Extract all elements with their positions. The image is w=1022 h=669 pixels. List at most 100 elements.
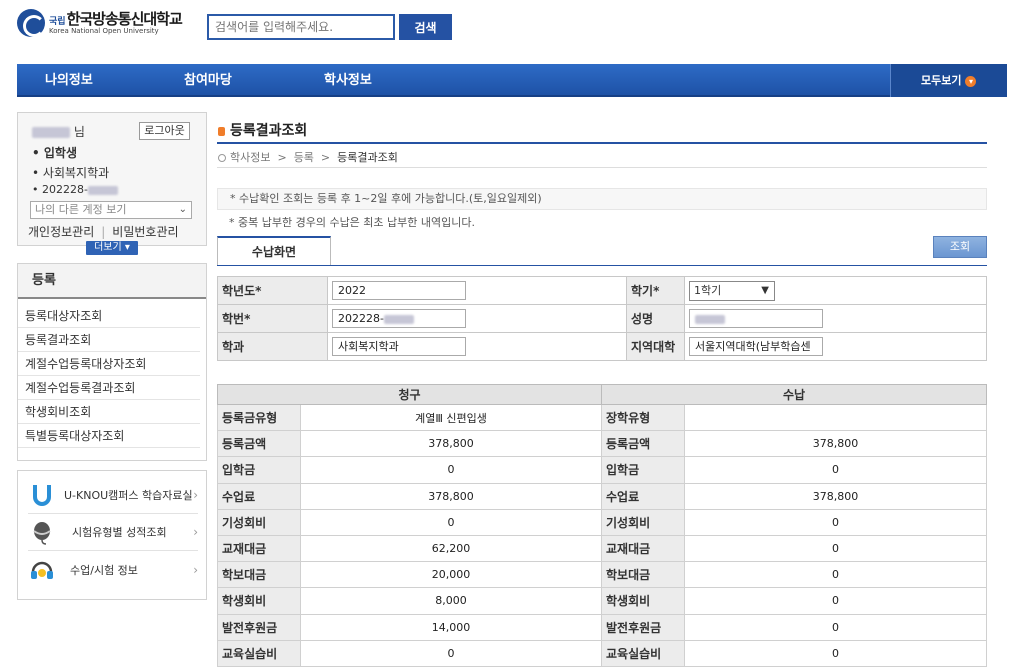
menu-item-registration-result[interactable]: 등록결과조회 [18,328,200,352]
redacted-name [32,127,70,138]
gnb-item-my-info[interactable]: 나의정보 [45,64,93,97]
user-info-box: 님 로그아웃 • 입학생 • 사회복지학과 • 202228- 나의 다른 계정… [17,112,207,246]
semester-label-text: 학기 [631,284,654,298]
bill-value: 8,000 [300,587,602,615]
table-row: 등록금액 378,800 등록금액 378,800 [217,430,987,458]
more-button-label: 더보기 [94,242,122,253]
bill-value: 20,000 [300,561,602,589]
user-department: • 사회복지학과 [32,166,110,180]
menu-item-seasonal-result[interactable]: 계절수업등록결과조회 [18,376,200,400]
bill-label: 등록금액 [217,430,301,458]
table-row: 기성회비 0 기성회비 0 [217,508,987,536]
redacted-id [383,314,414,324]
password-settings-link[interactable]: 비밀번호관리 [112,225,178,239]
notice-payment-check: * 수납확인 조회는 등록 후 1~2일 후에 가능합니다.(토,일요일제외) [217,188,987,210]
search-button[interactable]: 검색 [399,14,452,40]
user-student-id: • 202228- [32,183,118,196]
banner-label: U-KNOU캠퍼스 학습자료실 [64,489,193,502]
bill-value: 0 [300,508,602,536]
table-row: 발전후원금 14,000 발전후원금 0 [217,613,987,641]
bill-label: 기성회비 [217,508,301,536]
department-label: 학과 [217,332,328,361]
name-label: 성명 [626,304,685,333]
bill-label: 학보대금 [217,561,301,589]
paid-label: 장학유형 [601,403,685,432]
user-student-id-label: 202228- [42,183,88,196]
query-button[interactable]: 조회 [933,236,987,258]
paid-value: 0 [684,613,987,641]
paid-value: 0 [684,587,987,615]
search-form-table: 학년도* 2022 학기* 1학기 ▼ 학번* 202228- 성명 학과 사회복… [217,276,987,361]
paid-value: 378,800 [684,482,987,510]
student-id-label-text: 학번 [222,312,245,326]
paid-value: 0 [684,456,987,484]
bill-label: 교육실습비 [217,639,301,667]
bill-value: 0 [300,456,602,484]
menu-item-student-fee[interactable]: 학생회비조회 [18,400,200,424]
table-row: 입학금 0 입학금 0 [217,456,987,484]
chevron-right-icon: › [193,525,198,539]
table-row: 등록금유형 계열Ⅲ 신편입생 장학유형 [217,403,987,432]
paid-label: 기성회비 [601,508,685,536]
search-input[interactable] [207,14,395,40]
required-mark: * [244,312,251,326]
global-navigation: 나의정보 참여마당 학사정보 모두보기 ▾ [17,64,1007,97]
paid-label: 발전후원금 [601,613,685,641]
paid-value [684,403,987,432]
logo-english-name: Korea National Open University [49,26,159,35]
banner-label: 시험유형별 성적조회 [72,526,167,539]
semester-select[interactable]: 1학기 ▼ [689,280,775,301]
year-label: 학년도* [217,276,328,305]
paid-label: 학생회비 [601,587,685,615]
bill-value: 378,800 [300,482,602,510]
paid-label: 교재대금 [601,534,685,563]
semester-label: 학기* [626,276,685,305]
table-row: 학생회비 8,000 학생회비 0 [217,587,987,615]
logout-button[interactable]: 로그아웃 [139,122,190,140]
account-select-label: 나의 다른 계정 보기 [35,203,127,216]
bill-label: 교재대금 [217,534,301,563]
user-status: • 입학생 [32,146,77,160]
university-logo[interactable]: 국립한국방송통신대학교 Korea National Open Universi… [17,9,183,37]
privacy-settings-link[interactable]: 개인정보관리 [28,225,94,239]
chevron-down-icon: ▾ [965,75,977,87]
paid-label: 등록금액 [601,430,685,458]
breadcrumb-item[interactable]: 등록 [294,151,314,164]
menu-item-registration-targets[interactable]: 등록대상자조회 [18,304,200,328]
paid-value: 0 [684,561,987,589]
view-all-button[interactable]: 모두보기 ▾ [890,64,1007,97]
more-button[interactable]: 더보기 ▾ [86,241,138,255]
breadcrumb: 학사정보 > 등록 > 등록결과조회 [218,149,398,165]
table-row: 수업료 378,800 수업료 378,800 [217,482,987,510]
paid-label: 학보대금 [601,561,685,589]
breadcrumb-divider [217,167,987,168]
year-input[interactable]: 2022 [332,281,466,300]
paid-value: 378,800 [684,430,987,458]
table-row: 학보대금 20,000 학보대금 0 [217,561,987,589]
banner-grade-by-exam[interactable]: 시험유형별 성적조회 › [28,514,198,551]
gnb-item-academic-info[interactable]: 학사정보 [324,64,372,97]
gnb-item-participation[interactable]: 참여마당 [184,64,232,97]
bill-label: 입학금 [217,456,301,484]
paid-value: 0 [684,639,987,667]
title-bullet-icon [218,126,225,136]
u-knou-logo-icon [33,485,51,506]
left-menu: 등록 등록대상자조회 등록결과조회 계절수업등록대상자조회 계절수업등록결과조회… [17,263,207,461]
banner-u-knou-campus[interactable]: U-KNOU캠퍼스 학습자료실 › [28,477,198,514]
breadcrumb-item[interactable]: 학사정보 [230,151,270,164]
bill-value: 계열Ⅲ 신편입생 [300,403,602,432]
menu-item-seasonal-targets[interactable]: 계절수업등록대상자조회 [18,352,200,376]
tab-payment-view[interactable]: 수납화면 [217,236,331,266]
account-select[interactable]: 나의 다른 계정 보기 ⌄ [30,201,192,219]
region-input[interactable]: 서울지역대학(남부학습센 [689,337,823,356]
bill-label: 발전후원금 [217,613,301,641]
knou-emblem-icon [17,9,45,37]
banner-class-exam-info[interactable]: 수업/시험 정보 › [28,551,198,588]
department-input[interactable]: 사회복지학과 [332,337,466,356]
student-id-input[interactable]: 202228- [332,309,466,328]
menu-item-special-targets[interactable]: 특별등록대상자조회 [18,424,200,448]
name-input[interactable] [689,309,823,328]
redacted-name [695,314,725,324]
table-row: 교육실습비 0 교육실습비 0 [217,639,987,667]
user-status-label: 입학생 [43,146,77,160]
